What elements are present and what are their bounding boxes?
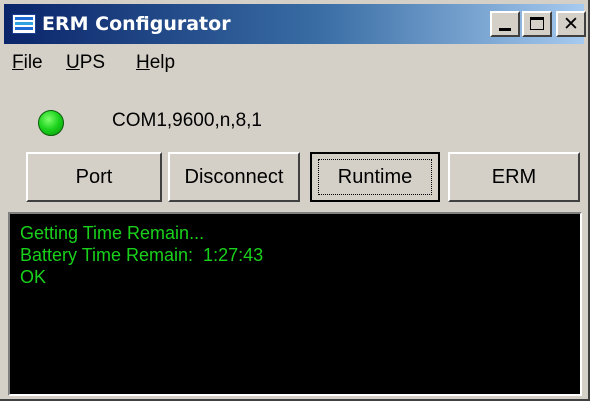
window-title: ERM Configurator: [42, 13, 231, 35]
console-line: Battery Time Remain: 1:27:43: [20, 245, 264, 265]
maximize-button[interactable]: [522, 11, 552, 37]
minimize-button[interactable]: [490, 11, 520, 37]
app-icon[interactable]: [12, 14, 36, 34]
app-window: ERM Configurator ✕ File UPS Help COM1,96…: [0, 0, 590, 401]
menu-file[interactable]: File: [12, 52, 43, 74]
minimize-icon: [499, 28, 511, 31]
console-line: OK: [20, 267, 47, 287]
menu-help[interactable]: Help: [136, 52, 175, 74]
runtime-button-label: Runtime: [318, 159, 432, 195]
runtime-button[interactable]: Runtime: [310, 152, 440, 202]
output-console[interactable]: Getting Time Remain... Battery Time Rema…: [8, 212, 582, 396]
title-bar[interactable]: ERM Configurator ✕: [4, 4, 586, 44]
port-settings-label: COM1,9600,n,8,1: [112, 110, 262, 131]
disconnect-button[interactable]: Disconnect: [168, 152, 300, 202]
erm-button[interactable]: ERM: [448, 152, 580, 202]
port-button[interactable]: Port: [26, 152, 162, 202]
menu-bar: File UPS Help: [4, 46, 584, 80]
close-button[interactable]: ✕: [556, 11, 586, 37]
close-icon: ✕: [563, 13, 579, 35]
connection-status-led: [38, 110, 64, 136]
console-line: Getting Time Remain...: [20, 223, 205, 243]
menu-ups[interactable]: UPS: [66, 52, 105, 74]
maximize-icon: [530, 17, 544, 30]
